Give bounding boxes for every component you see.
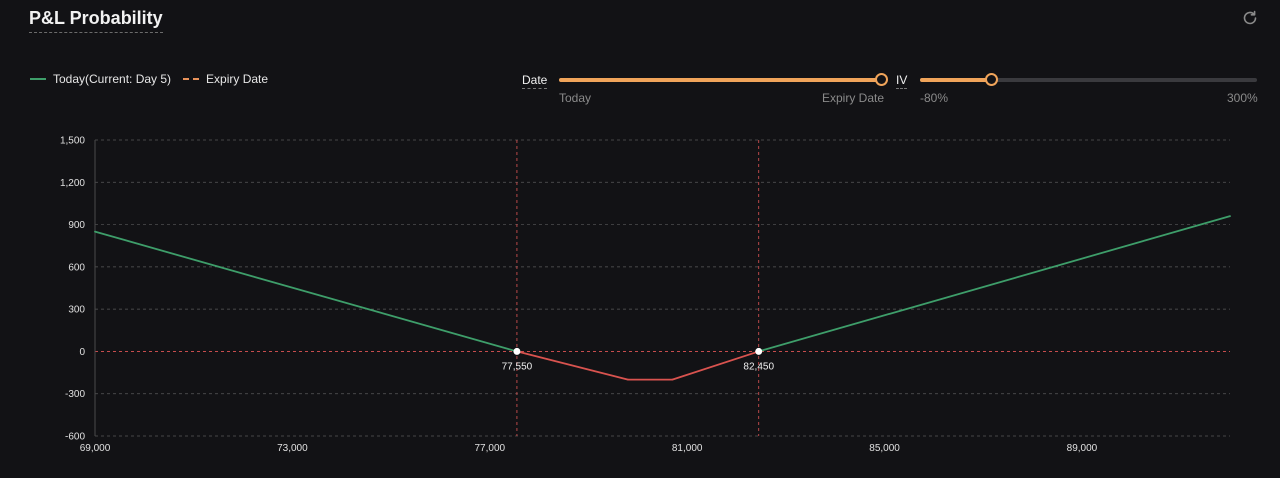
y-tick-label: 300 — [68, 305, 85, 316]
y-tick-label: -300 — [65, 389, 85, 400]
x-tick-label: 73,000 — [277, 443, 308, 454]
y-tick-label: 600 — [68, 262, 85, 273]
breakeven-label: 82,450 — [743, 361, 774, 372]
loss-segment — [516, 350, 629, 381]
pnl-chart: 1,500 1,200 900 600 300 0 -300 -60069,000 73,000… — [60, 136, 1231, 454]
y-tick-label: 0 — [79, 347, 85, 358]
breakeven-point — [513, 347, 521, 355]
y-tick-label: 1,500 — [60, 136, 85, 147]
x-tick-label: 77,000 — [474, 443, 505, 454]
x-tick-label: 85,000 — [869, 443, 900, 454]
x-tick-label: 89,000 — [1067, 443, 1098, 454]
y-tick-label: 1,200 — [60, 178, 85, 189]
y-tick-label: -600 — [65, 432, 85, 443]
y-tick-label: 900 — [68, 220, 85, 231]
profit-segment — [94, 230, 518, 353]
x-tick-label: 69,000 — [80, 443, 111, 454]
breakeven-point — [755, 347, 763, 355]
profit-segment — [757, 215, 1231, 353]
x-tick-label: 81,000 — [672, 443, 703, 454]
breakeven-label: 77,550 — [502, 361, 533, 372]
